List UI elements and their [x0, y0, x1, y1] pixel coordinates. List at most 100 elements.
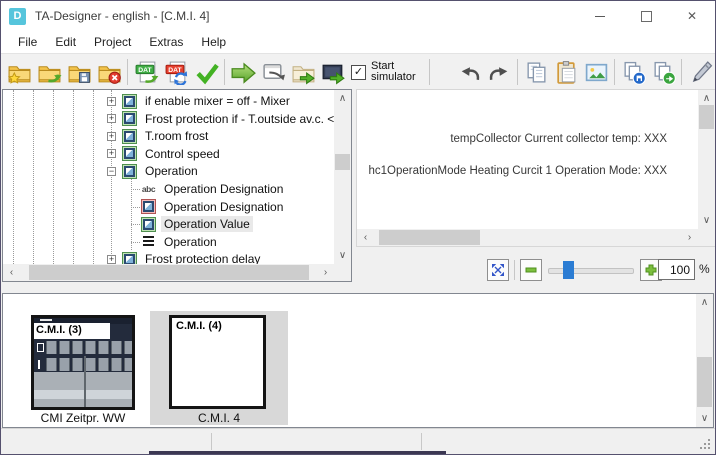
display-red-icon — [141, 199, 156, 214]
reload-dat-button[interactable]: DAT — [162, 57, 190, 87]
canvas-vertical-scrollbar[interactable]: ∧ ∨ — [698, 90, 715, 229]
zoom-value-input[interactable]: 100 — [658, 259, 695, 280]
display-green-icon — [122, 129, 137, 144]
apply-check-button[interactable] — [192, 57, 220, 87]
redo-button[interactable] — [485, 57, 513, 87]
scroll-up-icon[interactable]: ∧ — [334, 90, 351, 107]
scroll-right-icon[interactable]: › — [681, 229, 698, 246]
maximize-button[interactable] — [623, 1, 669, 31]
tree-item[interactable]: abcOperation Designation — [4, 180, 334, 198]
svg-text:DAT: DAT — [138, 66, 152, 73]
expand-toggle-icon[interactable]: + — [107, 149, 116, 158]
tree-item[interactable]: +if enable mixer = off - Mixer — [4, 92, 334, 110]
resize-grip-icon[interactable] — [700, 439, 711, 450]
page-thumbnail-cmi4[interactable]: C.M.I. (4) — [169, 315, 266, 409]
display-green-icon — [122, 164, 137, 179]
scroll-left-icon[interactable]: ‹ — [357, 229, 374, 246]
tree-item[interactable]: Operation Value — [4, 215, 334, 233]
scrollbar-thumb[interactable] — [335, 154, 350, 170]
save-project-button[interactable] — [65, 57, 93, 87]
toolbar-separator — [127, 59, 128, 85]
start-simulator-group: ✓ Start simulator — [351, 61, 423, 84]
insert-image-button[interactable] — [582, 57, 610, 87]
scrollbar-thumb[interactable] — [29, 265, 309, 280]
start-simulator-checkbox[interactable]: ✓ — [351, 65, 366, 80]
menu-file[interactable]: File — [9, 33, 46, 51]
paste-button[interactable] — [552, 57, 580, 87]
scroll-left-icon[interactable]: ‹ — [3, 264, 20, 281]
undo-icon — [457, 60, 482, 85]
canvas-text-temp-collector[interactable]: tempCollector Current collector temp: XX… — [450, 133, 667, 145]
plus-icon — [645, 264, 657, 276]
minimize-button[interactable] — [577, 1, 623, 31]
tree-item[interactable]: −Operation — [4, 162, 334, 180]
menu-edit[interactable]: Edit — [46, 33, 85, 51]
open-project-button[interactable] — [35, 57, 63, 87]
export-folder-button[interactable] — [289, 57, 317, 87]
apply-check-icon — [194, 60, 219, 85]
scroll-down-icon[interactable]: ∨ — [696, 410, 713, 427]
zoom-out-button[interactable] — [520, 259, 542, 281]
tree-rows: +if enable mixer = off - Mixer+Frost pro… — [4, 90, 334, 264]
canvas-text-operation-mode[interactable]: hc1OperationMode Heating Curcit 1 Operat… — [368, 165, 667, 177]
menu-help[interactable]: Help — [192, 33, 235, 51]
zoom-fit-button[interactable] — [487, 259, 509, 281]
undo-button[interactable] — [455, 57, 483, 87]
tree-item[interactable]: +Frost protection if - T.outside av.c. < — [4, 110, 334, 128]
minimize-icon — [595, 16, 605, 17]
menu-project[interactable]: Project — [85, 33, 140, 51]
display-green-icon — [122, 252, 137, 264]
tree-vertical-scrollbar[interactable]: ∧ ∨ — [334, 90, 351, 264]
minus-icon — [525, 264, 537, 276]
expand-toggle-icon[interactable]: + — [107, 97, 116, 106]
expand-toggle-icon[interactable]: + — [107, 132, 116, 141]
zoom-slider-thumb[interactable] — [563, 261, 574, 279]
new-project-button[interactable] — [5, 57, 33, 87]
pages-vertical-scrollbar[interactable]: ∧ ∨ — [696, 294, 713, 427]
scrollbar-thumb[interactable] — [699, 105, 714, 129]
export-panel-button[interactable] — [319, 57, 347, 87]
expand-toggle-icon[interactable]: − — [107, 167, 116, 176]
open-dat-button[interactable]: DAT — [132, 57, 160, 87]
tree-item[interactable]: +T.room frost — [4, 127, 334, 145]
page-caption-cmi4[interactable]: C.M.I. 4 — [150, 411, 288, 425]
menu-extras[interactable]: Extras — [140, 33, 192, 51]
menu-bar: File Edit Project Extras Help — [1, 31, 715, 53]
zoom-percent-label: % — [699, 262, 710, 276]
copy-export-button[interactable] — [649, 57, 677, 87]
export-run-button[interactable] — [229, 57, 257, 87]
open-project-icon — [37, 60, 62, 85]
new-project-icon — [7, 60, 32, 85]
tree-item[interactable]: + Control speed — [4, 145, 334, 163]
toolbar-separator — [224, 59, 225, 85]
close-button[interactable]: ✕ — [669, 1, 715, 31]
page-title-cmi4: C.M.I. (4) — [172, 318, 263, 332]
close-project-button[interactable] — [95, 57, 123, 87]
expand-toggle-icon[interactable]: + — [107, 114, 116, 123]
scrollbar-thumb[interactable] — [697, 357, 712, 407]
copy-save-button[interactable] — [619, 57, 647, 87]
page-thumbnail-cmi3[interactable]: C.M.I. (3) — [31, 315, 135, 410]
tree-item-label: Operation Value — [161, 216, 253, 232]
tree-item[interactable]: Operation — [4, 233, 334, 251]
zoom-slider-track[interactable] — [548, 268, 634, 274]
scroll-down-icon[interactable]: ∨ — [698, 212, 715, 229]
scrollbar-thumb[interactable] — [379, 230, 480, 245]
copy-button[interactable] — [522, 57, 550, 87]
export-window-button[interactable] — [259, 57, 287, 87]
scroll-up-icon[interactable]: ∧ — [696, 294, 713, 311]
tree-item-label: Control speed — [142, 146, 223, 162]
canvas-horizontal-scrollbar[interactable]: ‹ › — [357, 229, 698, 246]
tree-item[interactable]: Operation Designation — [4, 198, 334, 216]
start-simulator-label: Start simulator — [371, 61, 423, 84]
toolbar-separator — [681, 59, 682, 85]
page-title-cmi3: C.M.I. (3) — [34, 323, 110, 339]
tree-horizontal-scrollbar[interactable]: ‹ › — [3, 264, 334, 281]
page-caption-cmi-zeitpr-ww[interactable]: CMI Zeitpr. WW — [19, 411, 147, 425]
scroll-down-icon[interactable]: ∨ — [334, 247, 351, 264]
pen-tool-button[interactable] — [686, 57, 714, 87]
tree-item[interactable]: +Frost protection delay — [4, 250, 334, 264]
save-project-icon — [67, 60, 92, 85]
scroll-right-icon[interactable]: › — [317, 264, 334, 281]
expand-toggle-icon[interactable]: + — [107, 255, 116, 264]
